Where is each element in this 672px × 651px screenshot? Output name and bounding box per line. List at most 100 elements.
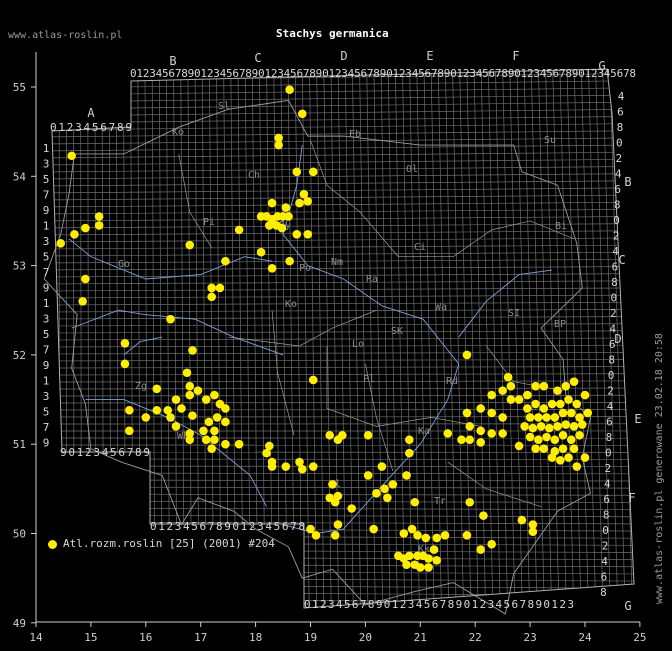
occurrence-point: [575, 430, 584, 440]
occurrence-point: [267, 462, 277, 471]
row-digit-right: 4: [609, 323, 616, 336]
row-digit-left: 7: [43, 344, 50, 357]
occurrence-point: [424, 554, 433, 563]
row-digit-left: 9: [43, 437, 50, 450]
occurrence-point: [487, 390, 496, 400]
occurrence-point: [234, 439, 244, 449]
row-digit-right: 2: [604, 462, 611, 475]
occurrence-point: [534, 435, 543, 445]
column-digits-bottom-b: 0123456789012345678: [150, 520, 305, 533]
occurrence-point: [333, 491, 343, 501]
occurrence-point: [553, 422, 562, 431]
row-digit-left: 7: [43, 266, 50, 279]
grid-letter-label: C: [618, 253, 625, 267]
row-digit-right: 8: [617, 121, 624, 134]
occurrence-point: [166, 314, 175, 324]
occurrence-point: [308, 375, 318, 385]
occurrence-point: [558, 444, 568, 453]
occurrence-point: [372, 489, 381, 498]
occurrence-point: [330, 530, 340, 540]
row-digit-left: 9: [43, 204, 50, 217]
occurrence-point: [476, 438, 485, 447]
occurrence-point: [531, 444, 540, 453]
row-digit-right: 0: [613, 214, 620, 227]
occurrence-point: [201, 435, 211, 445]
row-digit-right: 6: [617, 106, 624, 119]
occurrence-point: [514, 441, 524, 451]
occurrence-point: [580, 390, 590, 400]
occurrence-point: [498, 429, 507, 438]
occurrence-point: [539, 444, 549, 453]
occurrence-point: [182, 368, 192, 378]
occurrence-point: [297, 109, 307, 119]
occurrence-point: [212, 413, 222, 422]
x-tick-label: 19: [304, 631, 317, 644]
row-digit-left: 5: [43, 406, 50, 419]
region-label: Pi: [203, 217, 215, 228]
species-title: Stachys germanica: [276, 27, 389, 40]
row-digit-right: 0: [616, 137, 623, 150]
website-label: www.atlas-roslin.pl: [8, 30, 123, 41]
region-label: Lo: [352, 339, 364, 350]
occurrence-point: [465, 497, 475, 507]
row-digit-right: 4: [604, 478, 611, 491]
x-tick-label: 17: [194, 631, 207, 644]
region-label: Ra: [366, 274, 378, 285]
occurrence-point: [583, 408, 593, 418]
occurrence-point: [292, 230, 302, 239]
occurrence-point: [564, 453, 573, 462]
occurrence-point: [462, 350, 472, 360]
row-digit-left: 9: [43, 359, 50, 372]
grid-letter-label: B: [169, 54, 176, 68]
occurrence-point: [547, 453, 557, 462]
occurrence-point: [333, 520, 343, 529]
occurrence-point: [221, 404, 230, 413]
occurrence-point: [94, 212, 104, 221]
column-digits-top: 0123456789012345678901234567890123456789…: [130, 67, 636, 80]
occurrence-point: [201, 395, 211, 404]
occurrence-point: [277, 223, 287, 233]
row-digit-right: 0: [605, 447, 612, 460]
row-digit-right: 4: [612, 245, 619, 258]
row-digit-left: 5: [43, 251, 50, 264]
occurrence-point: [125, 405, 134, 415]
occurrence-point: [536, 422, 546, 431]
occurrence-point: [311, 530, 321, 540]
occurrence-point: [56, 238, 66, 248]
occurrence-point: [577, 420, 587, 429]
row-digit-right: 4: [618, 90, 625, 103]
occurrence-point: [188, 411, 197, 420]
occurrence-point: [363, 471, 373, 480]
occurrence-point: [67, 151, 76, 161]
occurrence-point: [281, 203, 291, 212]
occurrence-point: [188, 346, 197, 355]
row-digit-right: 8: [611, 276, 618, 289]
row-digit-right: 6: [601, 571, 608, 584]
row-digit-right: 2: [607, 385, 614, 398]
occurrence-point: [498, 413, 507, 422]
occurrence-point: [572, 399, 582, 409]
grid-letter-label: A: [87, 106, 95, 120]
occurrence-point: [564, 395, 573, 404]
occurrence-point: [267, 198, 277, 208]
occurrence-point: [432, 533, 442, 543]
occurrence-point: [479, 511, 488, 520]
occurrence-point: [424, 563, 433, 572]
occurrence-point: [523, 390, 532, 400]
occurrence-point: [308, 462, 318, 471]
x-tick-label: 16: [139, 631, 152, 644]
row-digit-right: 8: [606, 431, 613, 444]
occurrence-point: [569, 422, 579, 431]
grid-letter-label: B: [624, 175, 631, 189]
occurrence-point: [303, 230, 313, 239]
occurrence-point: [284, 212, 293, 221]
occurrence-point: [531, 381, 540, 391]
occurrence-point: [285, 85, 294, 94]
occurrence-point: [566, 408, 576, 418]
occurrence-point: [498, 386, 507, 395]
occurrence-point: [221, 417, 230, 427]
grid-letter-label: C: [254, 51, 261, 65]
region-label: Su: [544, 135, 556, 146]
region-label: Sl: [218, 101, 230, 112]
x-tick-label: 15: [84, 631, 97, 644]
